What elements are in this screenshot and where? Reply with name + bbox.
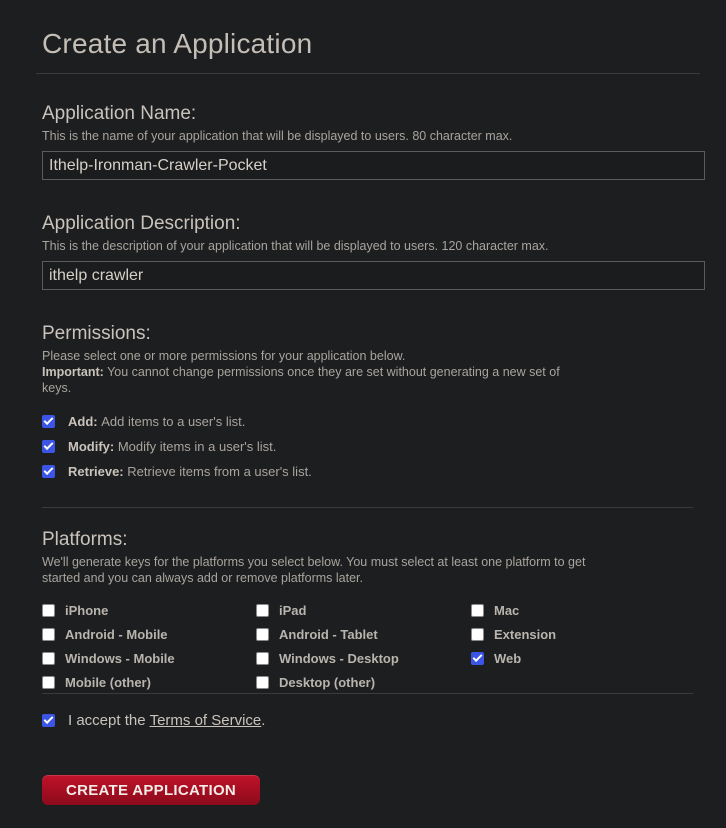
title-divider — [36, 73, 700, 74]
platform-web-label: Web — [494, 651, 522, 666]
terms-row: I accept the Terms of Service. — [42, 712, 265, 729]
platform-extension[interactable]: Extension — [471, 627, 556, 642]
platform-android-mobile-label: Android - Mobile — [65, 627, 168, 642]
platform-mobile-other-checkbox[interactable] — [42, 676, 55, 689]
platform-iphone-checkbox[interactable] — [42, 604, 55, 617]
permission-add-desc: Add items to a user's list. — [101, 414, 246, 429]
app-description-heading: Application Description: — [42, 213, 241, 234]
platform-windows-desktop-checkbox[interactable] — [256, 652, 269, 665]
platform-desktop-other-checkbox[interactable] — [256, 676, 269, 689]
platform-iphone-label: iPhone — [65, 603, 109, 618]
platform-ipad-checkbox[interactable] — [256, 604, 269, 617]
permission-retrieve-checkbox[interactable] — [42, 465, 55, 478]
platform-ipad-label: iPad — [279, 603, 307, 618]
platform-web-checkbox[interactable] — [471, 652, 484, 665]
app-name-input[interactable] — [42, 151, 705, 180]
platform-mac[interactable]: Mac — [471, 603, 519, 618]
platform-desktop-other[interactable]: Desktop (other) — [256, 675, 375, 690]
important-text: You cannot change permissions once they … — [42, 365, 560, 395]
create-application-button[interactable]: CREATE APPLICATION — [42, 775, 260, 805]
permission-add-label: Add: — [68, 414, 98, 429]
platform-windows-mobile-checkbox[interactable] — [42, 652, 55, 665]
platform-android-tablet-label: Android - Tablet — [279, 627, 378, 642]
page-title: Create an Application — [42, 28, 313, 59]
permission-retrieve[interactable]: Retrieve: Retrieve items from a user's l… — [42, 464, 312, 479]
permission-add-checkbox[interactable] — [42, 415, 55, 428]
terms-prefix: I accept the — [68, 712, 146, 729]
terms-checkbox[interactable] — [42, 714, 55, 727]
platform-mac-checkbox[interactable] — [471, 604, 484, 617]
permission-add[interactable]: Add: Add items to a user's list. — [42, 414, 245, 429]
permissions-divider — [42, 507, 693, 508]
platform-extension-checkbox[interactable] — [471, 628, 484, 641]
permissions-heading: Permissions: — [42, 323, 151, 344]
permissions-help: Please select one or more permissions fo… — [42, 348, 582, 396]
important-label: Important: — [42, 365, 104, 379]
platform-android-mobile[interactable]: Android - Mobile — [42, 627, 168, 642]
permissions-help-text: Please select one or more permissions fo… — [42, 349, 406, 363]
platform-extension-label: Extension — [494, 627, 557, 642]
platform-windows-mobile[interactable]: Windows - Mobile — [42, 651, 175, 666]
platform-android-tablet[interactable]: Android - Tablet — [256, 627, 378, 642]
permission-modify[interactable]: Modify: Modify items in a user's list. — [42, 439, 276, 454]
create-application-page: Create an Application Application Name: … — [0, 0, 726, 828]
platforms-heading: Platforms: — [42, 529, 128, 550]
app-description-input[interactable] — [42, 261, 705, 290]
permission-retrieve-desc: Retrieve items from a user's list. — [127, 464, 312, 479]
platform-web[interactable]: Web — [471, 651, 521, 666]
platform-mac-label: Mac — [494, 603, 520, 618]
platform-windows-mobile-label: Windows - Mobile — [65, 651, 175, 666]
platform-mobile-other[interactable]: Mobile (other) — [42, 675, 151, 690]
platform-android-tablet-checkbox[interactable] — [256, 628, 269, 641]
platforms-help: We'll generate keys for the platforms yo… — [42, 555, 586, 585]
app-name-heading: Application Name: — [42, 103, 197, 124]
platform-mobile-other-label: Mobile (other) — [65, 675, 151, 690]
permission-retrieve-label: Retrieve: — [68, 464, 124, 479]
permissions-important-note: Important: You cannot change permissions… — [42, 364, 582, 396]
platform-ipad[interactable]: iPad — [256, 603, 306, 618]
platform-android-mobile-checkbox[interactable] — [42, 628, 55, 641]
platforms-divider — [42, 693, 693, 694]
platform-windows-desktop[interactable]: Windows - Desktop — [256, 651, 399, 666]
permission-modify-label: Modify: — [68, 439, 115, 454]
app-description-help: This is the description of your applicat… — [42, 239, 549, 253]
platform-windows-desktop-label: Windows - Desktop — [279, 651, 399, 666]
platform-desktop-other-label: Desktop (other) — [279, 675, 376, 690]
terms-of-service-link[interactable]: Terms of Service — [150, 712, 262, 729]
platform-iphone[interactable]: iPhone — [42, 603, 108, 618]
app-name-help: This is the name of your application tha… — [42, 129, 513, 143]
terms-suffix: . — [261, 712, 266, 729]
permission-modify-checkbox[interactable] — [42, 440, 55, 453]
permission-modify-desc: Modify items in a user's list. — [117, 439, 277, 454]
